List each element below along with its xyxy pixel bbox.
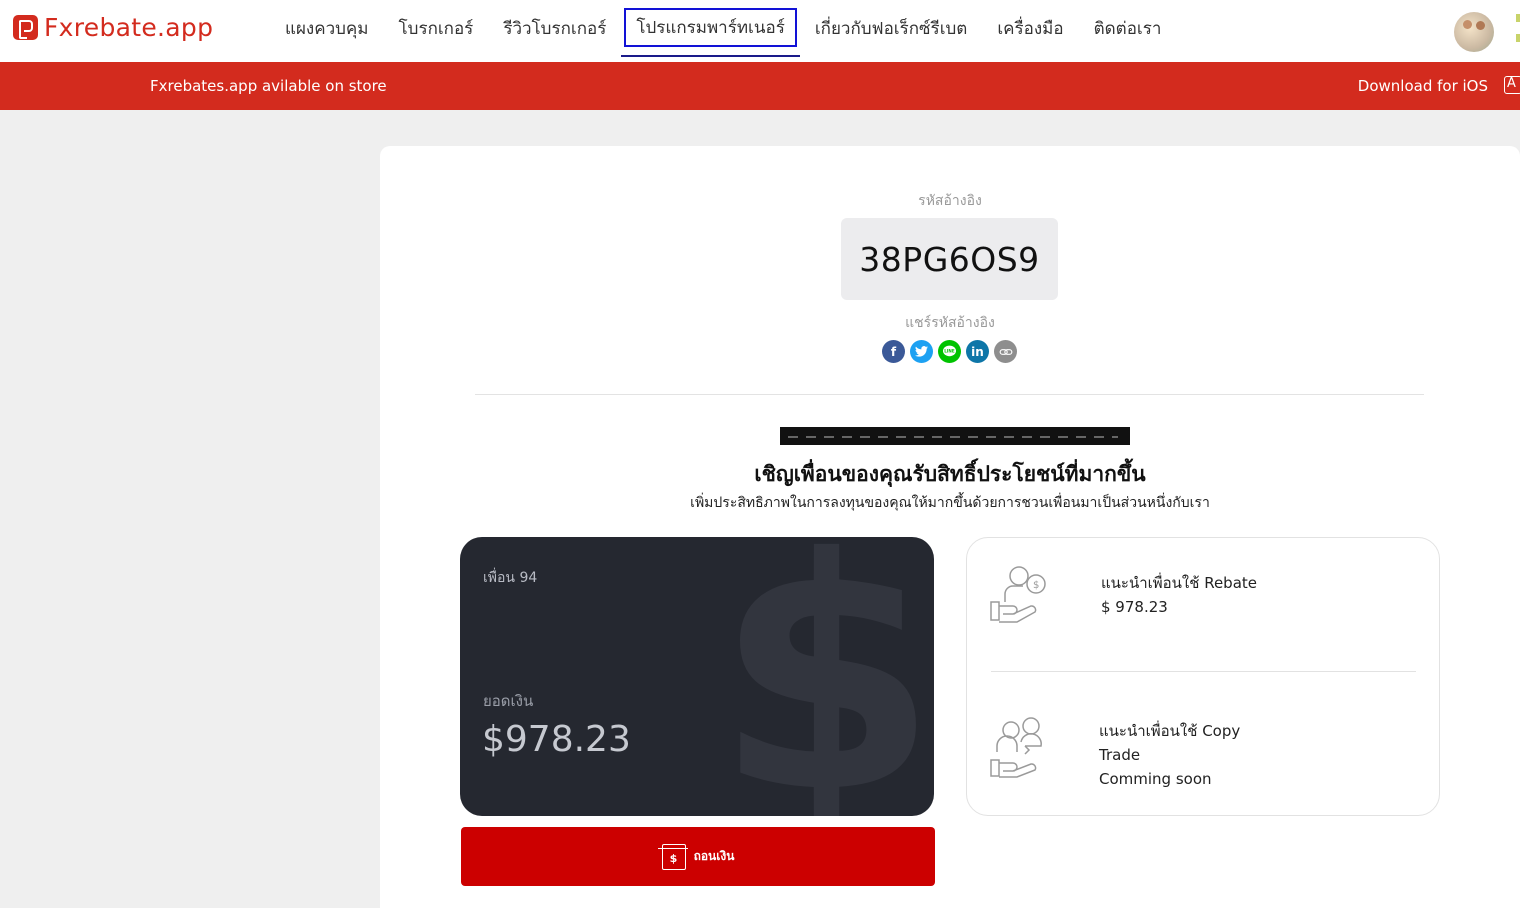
copy-trade-status: Comming soon (1099, 770, 1212, 788)
nav-label: ติดต่อเรา (1093, 19, 1162, 39)
withdraw-button[interactable]: ถอนเงิน (461, 827, 935, 886)
main-nav: แผงควบคุม โบรกเกอร์ รีวิวโบรกเกอร์ โปรแก… (270, 0, 1176, 62)
atm-icon (657, 843, 688, 870)
nav-item-contact[interactable]: ติดต่อเรา (1079, 0, 1177, 57)
svg-text:$: $ (1033, 580, 1039, 591)
nav-item-tools[interactable]: เครื่องมือ (982, 0, 1078, 57)
app-store-banner: Fxrebates.app avilable on store Download… (0, 62, 1520, 110)
nav-label: รีวิวโบรกเกอร์ (503, 19, 607, 39)
nav-label: โปรแกรมพาร์ทเนอร์ (624, 8, 797, 47)
nav-item-brokers[interactable]: โบรกเกอร์ (384, 0, 489, 57)
invite-headline: เชิญเพื่อนของคุณรับสิทธิ์ประโยชน์ที่มากข… (754, 462, 1146, 486)
facebook-icon[interactable]: f (882, 340, 905, 363)
nav-item-about[interactable]: เกี่ยวกับฟอเร็กซ์รีเบต (800, 0, 983, 57)
linkedin-icon[interactable]: in (966, 340, 989, 363)
link-icon[interactable] (994, 340, 1017, 363)
partner-panel: รหัสอ้างอิง 38PG6OS9 แชร์รหัสอ้างอิง f L… (380, 146, 1520, 908)
share-icons: f LINE in (882, 340, 1017, 363)
menu-edge-icon[interactable] (1516, 14, 1520, 48)
brand-logo[interactable]: Fxrebate.app (13, 13, 213, 42)
nav-label: เครื่องมือ (997, 19, 1064, 39)
app-store-icon[interactable] (1504, 76, 1520, 94)
banner-text: Fxrebates.app avilable on store (150, 77, 387, 95)
copy-trade-reward: แนะนำเพื่อนใช้ Copy Trade Comming soon (1099, 719, 1240, 791)
nav-label: โบรกเกอร์ (398, 19, 474, 39)
invite-subline: เพิ่มประสิทธิภาพในการลงทุนของคุณให้มากขึ… (690, 495, 1210, 511)
redacted-text (780, 427, 1130, 445)
balance-card: $ เพื่อน 94 ยอดเงิน $978.23 (460, 537, 934, 816)
nav-item-dashboard[interactable]: แผงควบคุม (270, 0, 384, 57)
withdraw-label: ถอนเงิน (693, 849, 735, 863)
rebate-reward: แนะนำเพื่อนใช้ Rebate $ 978.23 (1101, 571, 1257, 619)
logo-icon (13, 15, 38, 40)
share-referral-label: แชร์รหัสอ้างอิง (905, 315, 995, 331)
rewards-card: $ แนะนำเพื่อนใช้ Rebate $ 978.23 แนะนำเพ… (966, 537, 1440, 816)
user-avatar[interactable] (1454, 12, 1494, 52)
svg-text:LINE: LINE (944, 349, 955, 354)
rebate-hand-coin-icon: $ (990, 566, 1046, 623)
dollar-watermark-icon: $ (715, 537, 934, 816)
nav-item-broker-reviews[interactable]: รีวิวโบรกเกอร์ (488, 0, 621, 57)
balance-label: ยอดเงิน (483, 692, 534, 710)
balance-amount: $978.23 (482, 719, 631, 760)
download-ios-link[interactable]: Download for iOS (1358, 77, 1488, 95)
nav-item-partner-program[interactable]: โปรแกรมพาร์ทเนอร์ (621, 0, 800, 57)
nav-label: เกี่ยวกับฟอเร็กซ์รีเบต (814, 19, 968, 39)
twitter-icon[interactable] (910, 340, 933, 363)
section-divider (475, 394, 1424, 395)
rebate-amount: $ 978.23 (1101, 598, 1168, 616)
top-navbar: Fxrebate.app แผงควบคุม โบรกเกอร์ รีวิวโบ… (0, 0, 1520, 62)
copy-trade-title-line1: แนะนำเพื่อนใช้ Copy (1099, 722, 1241, 740)
copy-trade-title-line2: Trade (1099, 746, 1141, 764)
referral-code[interactable]: 38PG6OS9 (841, 218, 1058, 300)
friends-count: เพื่อน 94 (483, 570, 538, 586)
brand-name: Fxrebate.app (44, 13, 214, 42)
rewards-divider (991, 671, 1416, 672)
copy-trade-people-icon (990, 717, 1042, 778)
nav-label: แผงควบคุม (285, 19, 369, 39)
rebate-title: แนะนำเพื่อนใช้ Rebate (1101, 574, 1258, 592)
line-icon[interactable]: LINE (938, 340, 961, 363)
referral-code-label: รหัสอ้างอิง (918, 193, 982, 209)
